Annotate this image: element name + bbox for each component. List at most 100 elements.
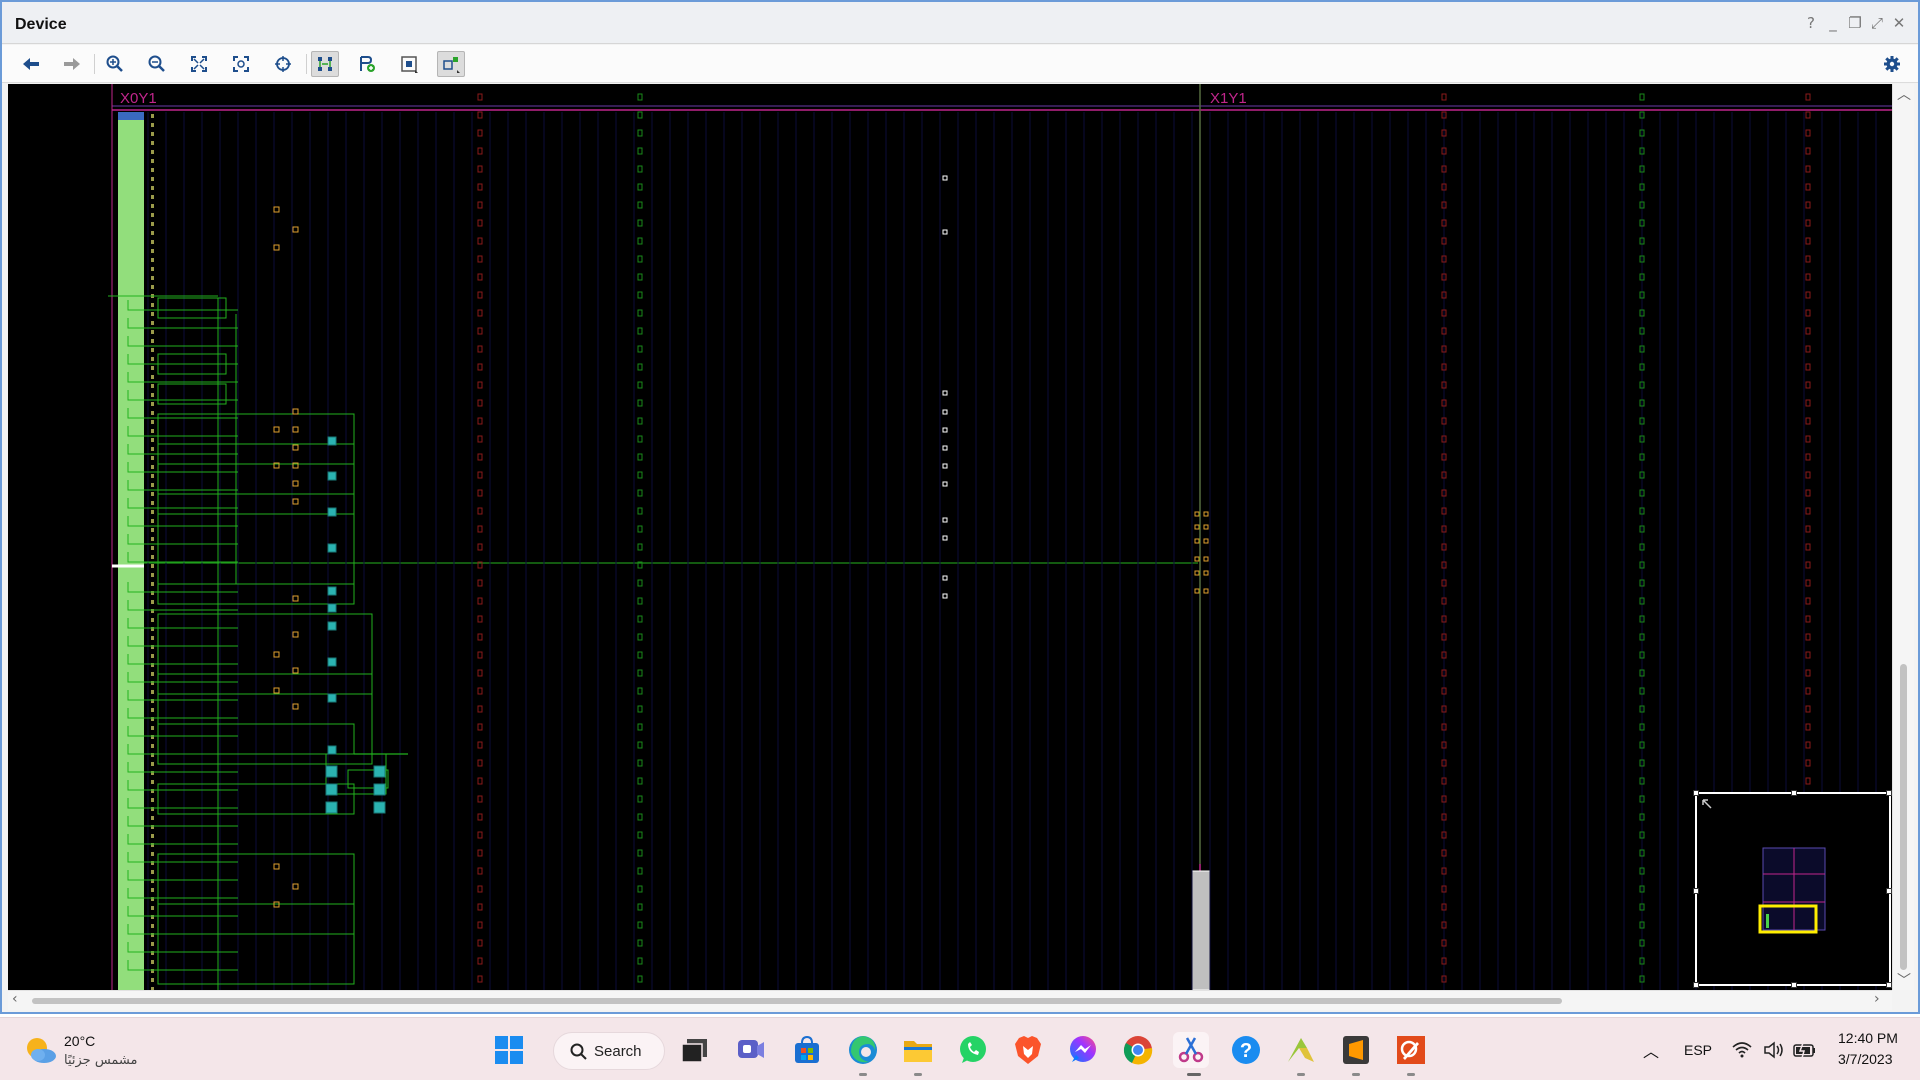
site-column-cell (1805, 417, 1811, 425)
show-hidden-icons-chevron-up-icon[interactable]: ︿ (1643, 1038, 1659, 1062)
site-column-cell (477, 165, 483, 173)
scroll-left-icon[interactable]: ‹ (12, 991, 18, 1007)
messenger-icon (1070, 1036, 1096, 1062)
snipping-tool-button[interactable] (1173, 1032, 1209, 1068)
minimap-resize-handle[interactable] (1693, 982, 1699, 988)
zoom-selected-button[interactable] (227, 51, 255, 77)
sublime-icon (1343, 1036, 1369, 1064)
device-canvas[interactable]: X0Y1 X1Y1 (8, 84, 1892, 990)
scroll-up-icon[interactable]: ︿ (1897, 84, 1911, 104)
whatsapp-button[interactable] (955, 1032, 991, 1068)
running-indicator (1297, 1073, 1305, 1076)
vertical-scroll-thumb[interactable] (1900, 664, 1907, 970)
site-column-cell (477, 903, 483, 911)
minimize-icon[interactable]: _ (1824, 14, 1842, 32)
horizontal-scrollbar[interactable]: ‹ › (8, 990, 1892, 1010)
site-column-cell (1805, 471, 1811, 479)
edge-button[interactable] (845, 1032, 881, 1068)
minimap-resize-handle[interactable] (1791, 982, 1797, 988)
io-column-upper (118, 112, 144, 592)
store-button[interactable] (789, 1032, 825, 1068)
weather-widget[interactable]: 20°C مشمس جزئيًا (0, 1018, 160, 1080)
auto-fit-button[interactable] (437, 51, 465, 77)
site-column-cell (637, 813, 643, 821)
io-pin-mark (151, 960, 154, 964)
io-pin-mark (151, 978, 154, 982)
close-icon[interactable]: ✕ (1890, 14, 1908, 32)
windows-start-icon (495, 1036, 523, 1064)
site-column-cell (637, 543, 643, 551)
io-pin-mark (151, 600, 154, 604)
io-pin-mark (151, 726, 154, 730)
io-pin-mark (151, 798, 154, 802)
minimap-resize-handle[interactable] (1693, 790, 1699, 796)
start-button[interactable] (491, 1032, 527, 1068)
placed-nets (108, 295, 408, 990)
site-column-cell (637, 255, 643, 263)
io-pin-mark (151, 420, 154, 424)
site-column-cell (477, 381, 483, 389)
site-column-cell (477, 255, 483, 263)
volume-icon[interactable] (1763, 1041, 1785, 1059)
site-column-cell (477, 705, 483, 713)
minimap-resize-handle[interactable] (1791, 790, 1797, 796)
site-column-cell (637, 489, 643, 497)
device-minimap[interactable] (1693, 790, 1892, 988)
sublime-button[interactable] (1338, 1032, 1374, 1068)
io-pin-mark (151, 465, 154, 469)
quartus-button[interactable] (1393, 1032, 1429, 1068)
file-explorer-button[interactable] (900, 1032, 936, 1068)
messenger-button[interactable] (1065, 1032, 1101, 1068)
io-pin-mark (151, 924, 154, 928)
clock-buffer-site (1194, 524, 1200, 530)
net-route (127, 960, 238, 971)
chrome-button[interactable] (1120, 1032, 1156, 1068)
clock-date[interactable]: 3/7/2023 (1838, 1051, 1893, 1067)
help-app-icon: ? (1232, 1036, 1260, 1064)
help-app-button[interactable]: ? (1228, 1032, 1264, 1068)
teams-button[interactable] (733, 1032, 769, 1068)
restore-icon[interactable]: ❐ (1846, 14, 1864, 32)
task-view-button[interactable] (677, 1032, 713, 1068)
clock-time[interactable]: 12:40 PM (1838, 1030, 1898, 1046)
wifi-icon[interactable] (1732, 1042, 1752, 1058)
routing-resources-button[interactable] (311, 51, 339, 77)
io-pin-mark (151, 402, 154, 406)
settings-button[interactable] (1878, 51, 1906, 77)
net-route (127, 690, 238, 701)
device-view[interactable] (8, 84, 1892, 990)
taskbar-search[interactable]: Search (553, 1032, 665, 1070)
site-column-cell (637, 147, 643, 155)
zoom-out-button[interactable] (143, 51, 171, 77)
brave-button[interactable] (1010, 1032, 1046, 1068)
site-column-cell (477, 669, 483, 677)
back-button[interactable] (17, 51, 45, 77)
net-route (127, 552, 238, 563)
add-pblock-button[interactable] (353, 51, 381, 77)
zoom-fit-button[interactable] (185, 51, 213, 77)
site-column-cell (637, 759, 643, 767)
vivado-button[interactable] (1283, 1032, 1319, 1068)
site-column-cell (637, 651, 643, 659)
site-column-cell (1805, 363, 1811, 371)
help-icon[interactable]: ? (1802, 14, 1820, 32)
site-column-cell (1805, 543, 1811, 551)
site-column-cell (637, 867, 643, 875)
net-route (127, 888, 238, 899)
minimap-view (1702, 799, 1826, 934)
vertical-scrollbar[interactable]: ︿ ﹀ (1892, 84, 1914, 990)
forward-button[interactable] (58, 51, 86, 77)
pblock-button[interactable] (395, 51, 423, 77)
horizontal-scroll-thumb[interactable] (32, 998, 1562, 1004)
crosshair-button[interactable] (269, 51, 297, 77)
scroll-right-icon[interactable]: › (1874, 991, 1880, 1007)
battery-icon[interactable] (1793, 1042, 1817, 1058)
site-column-cell (637, 309, 643, 317)
language-indicator[interactable]: ESP (1684, 1042, 1712, 1058)
net-route (127, 654, 238, 665)
scroll-down-icon[interactable]: ﹀ (1897, 970, 1911, 990)
minimap-resize-handle[interactable] (1693, 888, 1699, 894)
zoom-in-button[interactable] (101, 51, 129, 77)
io-pin-mark (151, 906, 154, 910)
float-icon[interactable]: ⤢ (1868, 14, 1886, 32)
